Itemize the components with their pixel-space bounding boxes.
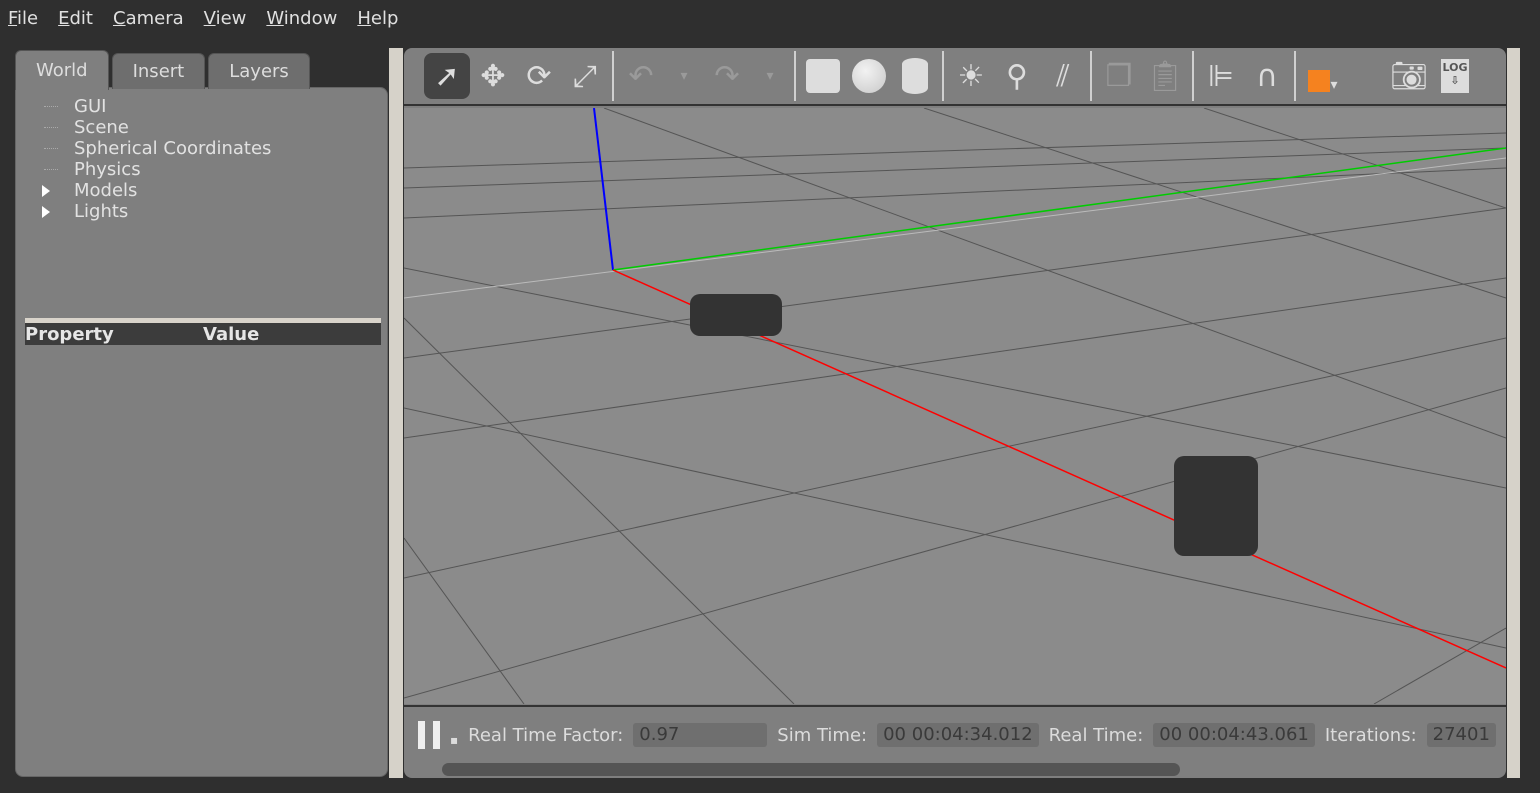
robot-model[interactable] (1174, 456, 1258, 556)
separator (1192, 51, 1194, 101)
y-axis (612, 147, 1506, 271)
paste-icon[interactable]: 📋︎ (1142, 53, 1188, 99)
grid-line (1203, 107, 1506, 209)
menu-camera[interactable]: Camera (113, 8, 184, 29)
grid-line (404, 132, 1506, 169)
grid-line (404, 157, 1506, 299)
tree-item-spherical-coordinates[interactable]: Spherical Coordinates (40, 138, 271, 159)
menu-bar: File Edit Camera View Window Help (0, 0, 1540, 36)
grid-line (404, 167, 1506, 219)
directional-light-icon[interactable]: ⫽ (1040, 53, 1086, 99)
rtf-value: 0.97 (633, 723, 768, 747)
tree-item-gui[interactable]: GUI (40, 96, 271, 117)
expand-arrow-icon[interactable] (42, 185, 50, 197)
sim-time-value: 00 00:04:34.012 (877, 723, 1039, 747)
menu-window[interactable]: Window (266, 8, 337, 29)
box-icon[interactable] (800, 53, 846, 99)
separator (1090, 51, 1092, 101)
snap-icon[interactable]: ∩ (1244, 53, 1290, 99)
grid-line (404, 337, 1506, 579)
iterations-label: Iterations: (1324, 724, 1417, 746)
right-splitter[interactable] (1507, 48, 1520, 778)
grid-line (923, 107, 1506, 299)
world-panel: GUI Scene Spherical Coordinates Physics … (15, 87, 388, 777)
undo-dropdown-icon[interactable]: ▾ (664, 53, 704, 99)
property-column-header: Property (25, 323, 114, 345)
redo-dropdown-icon[interactable]: ▾ (750, 53, 790, 99)
screenshot-icon[interactable]: 📷︎ (1386, 53, 1432, 99)
real-time-value: 00 00:04:43.061 (1153, 723, 1315, 747)
real-time-label: Real Time: (1048, 724, 1144, 746)
sim-time-label: Sim Time: (777, 724, 868, 746)
view-angle-icon[interactable]: ▾ (1300, 53, 1346, 99)
grid-line (603, 107, 1506, 439)
tab-layers[interactable]: Layers (208, 53, 310, 89)
scene-area: ➚ ✥ ⟳ ⤢ ↶ ▾ ↷ ▾ ☀ ⚲ ⫽ ❐ 📋︎ ⊫ ∩ ▾ 📷︎ LOG ⇩… (404, 48, 1506, 778)
point-light-icon[interactable]: ☀ (948, 53, 994, 99)
menu-view[interactable]: View (204, 8, 247, 29)
tree-item-lights[interactable]: Lights (40, 201, 271, 222)
3d-viewport[interactable] (404, 107, 1506, 705)
tab-insert[interactable]: Insert (111, 53, 206, 89)
log-icon[interactable]: LOG ⇩ (1432, 53, 1478, 99)
undo-icon[interactable]: ↶ (618, 53, 664, 99)
separator (612, 51, 614, 101)
rtf-label: Real Time Factor: (468, 724, 624, 746)
translate-icon[interactable]: ✥ (470, 53, 516, 99)
grid-line (404, 387, 1506, 699)
value-column-header: Value (203, 323, 260, 345)
align-icon[interactable]: ⊫ (1198, 53, 1244, 99)
expand-arrow-icon[interactable] (42, 206, 50, 218)
copy-icon[interactable]: ❐ (1096, 53, 1142, 99)
grid-line (404, 317, 795, 705)
grid-line (404, 407, 1506, 649)
tab-world[interactable]: World (15, 50, 109, 90)
separator (942, 51, 944, 101)
toolbar: ➚ ✥ ⟳ ⤢ ↶ ▾ ↷ ▾ ☀ ⚲ ⫽ ❐ 📋︎ ⊫ ∩ ▾ 📷︎ LOG ⇩ (404, 48, 1506, 106)
status-bar: ▪ Real Time Factor: 0.97 Sim Time: 00 00… (404, 705, 1506, 778)
pause-icon[interactable] (418, 721, 440, 749)
left-splitter[interactable] (389, 48, 403, 778)
tree-label: Lights (74, 201, 129, 222)
scale-icon[interactable]: ⤢ (562, 53, 608, 99)
cylinder-icon[interactable] (892, 53, 938, 99)
select-arrow-icon[interactable]: ➚ (424, 53, 470, 99)
redo-icon[interactable]: ↷ (704, 53, 750, 99)
panel-tabs: World Insert Layers (15, 50, 310, 90)
menu-help[interactable]: Help (357, 8, 398, 29)
tree-label: Models (74, 180, 138, 201)
menu-edit[interactable]: Edit (58, 8, 93, 29)
menu-file[interactable]: File (8, 8, 38, 29)
iterations-value: 27401 (1426, 723, 1496, 747)
step-icon[interactable]: ▪ (450, 733, 458, 747)
z-axis (593, 107, 614, 271)
tree-item-physics[interactable]: Physics (40, 159, 271, 180)
tree-item-models[interactable]: Models (40, 180, 271, 201)
sphere-icon[interactable] (846, 53, 892, 99)
property-header: Property Value (25, 318, 381, 345)
tree-item-scene[interactable]: Scene (40, 117, 271, 138)
spot-light-icon[interactable]: ⚲ (994, 53, 1040, 99)
grid-line (404, 537, 525, 705)
robot-model[interactable] (690, 294, 782, 336)
rotate-icon[interactable]: ⟳ (516, 53, 562, 99)
world-tree: GUI Scene Spherical Coordinates Physics … (40, 96, 271, 222)
separator (1294, 51, 1296, 101)
horizontal-scrollbar[interactable] (442, 763, 1180, 776)
scene-render[interactable] (404, 107, 1506, 705)
separator (794, 51, 796, 101)
grid-line (404, 277, 1506, 439)
grid-line (404, 147, 1506, 189)
grid-line (404, 207, 1506, 359)
